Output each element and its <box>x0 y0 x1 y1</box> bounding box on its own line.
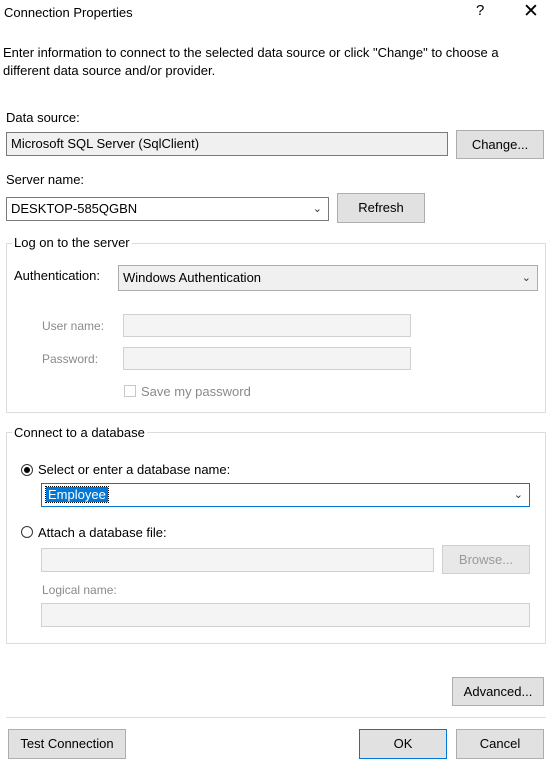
authentication-value: Windows Authentication <box>123 270 262 285</box>
attach-database-radio[interactable] <box>21 526 33 538</box>
database-name-value[interactable]: Employee <box>45 486 109 503</box>
change-button[interactable]: Change... <box>456 130 544 159</box>
save-password-label: Save my password <box>141 384 251 399</box>
advanced-button[interactable]: Advanced... <box>452 677 544 706</box>
server-name-value: DESKTOP-585QGBN <box>11 201 138 216</box>
user-name-input[interactable] <box>123 314 411 337</box>
server-name-label: Server name: <box>6 172 85 187</box>
browse-button[interactable]: Browse... <box>442 545 530 574</box>
window-title: Connection Properties <box>4 5 133 20</box>
data-source-label: Data source: <box>6 110 80 125</box>
chevron-down-icon[interactable]: ⌄ <box>522 266 531 290</box>
intro-text: Enter information to connect to the sele… <box>3 45 499 78</box>
authentication-label: Authentication: <box>14 268 101 283</box>
attach-database-label: Attach a database file: <box>38 525 167 540</box>
password-input[interactable] <box>123 347 411 370</box>
save-password-checkbox[interactable] <box>124 385 136 397</box>
select-database-radio[interactable] <box>21 464 33 476</box>
footer-divider <box>6 717 546 718</box>
cancel-button[interactable]: Cancel <box>456 729 544 759</box>
ok-button[interactable]: OK <box>359 729 447 759</box>
logical-name-input[interactable] <box>41 603 530 627</box>
chevron-down-icon[interactable]: ⌄ <box>514 484 523 506</box>
database-name-combobox[interactable]: Employee ⌄ <box>41 483 530 507</box>
logical-name-label: Logical name: <box>42 583 117 597</box>
authentication-dropdown[interactable]: Windows Authentication ⌄ <box>118 265 538 291</box>
refresh-button[interactable]: Refresh <box>337 193 425 223</box>
database-group-title: Connect to a database <box>12 425 147 440</box>
chevron-down-icon[interactable]: ⌄ <box>313 198 322 220</box>
logon-group-title: Log on to the server <box>12 235 132 250</box>
help-icon[interactable]: ? <box>476 2 484 19</box>
database-file-input[interactable] <box>41 548 434 572</box>
server-name-combobox[interactable]: DESKTOP-585QGBN ⌄ <box>6 197 329 221</box>
data-source-field: Microsoft SQL Server (SqlClient) <box>6 132 448 156</box>
password-label: Password: <box>42 352 99 366</box>
user-name-label: User name: <box>42 319 105 333</box>
close-icon[interactable]: ✕ <box>523 0 539 24</box>
select-database-label: Select or enter a database name: <box>38 462 231 477</box>
test-connection-button[interactable]: Test Connection <box>8 729 126 759</box>
